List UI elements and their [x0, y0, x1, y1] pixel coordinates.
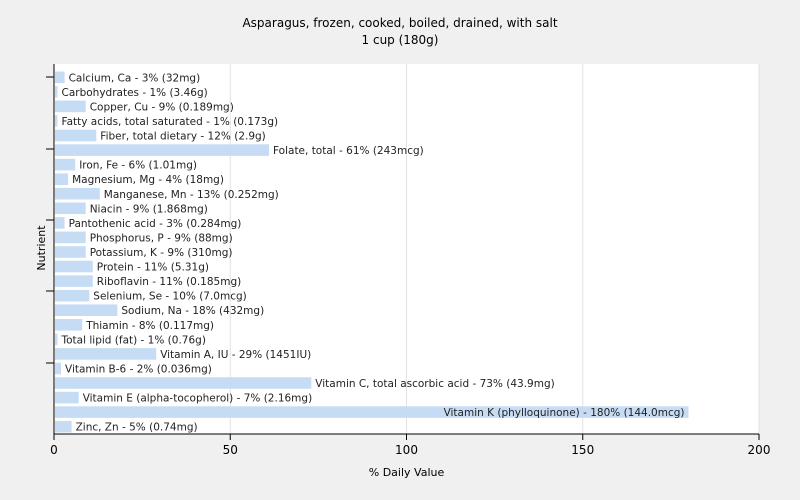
bar-label: Iron, Fe - 6% (1.01mg) — [79, 160, 197, 172]
bar — [55, 377, 312, 389]
bar — [55, 348, 157, 360]
bar-label: Carbohydrates - 1% (3.46g) — [62, 87, 208, 99]
bar-label: Pantothenic acid - 3% (0.284mg) — [69, 218, 242, 230]
bar-label: Fatty acids, total saturated - 1% (0.173… — [62, 116, 279, 128]
bar — [55, 289, 90, 302]
bar — [55, 304, 118, 316]
bar-label: Selenium, Se - 10% (7.0mcg) — [93, 291, 246, 303]
bar-label: Vitamin C, total ascorbic acid - 73% (43… — [315, 378, 554, 390]
x-tick-label: 200 — [748, 443, 771, 457]
bar — [55, 187, 100, 200]
bar — [55, 362, 61, 375]
bar-label: Copper, Cu - 9% (0.189mg) — [90, 101, 234, 113]
bar-label: Vitamin E (alpha-tocopherol) - 7% (2.16m… — [83, 393, 313, 405]
bar-label: Thiamin - 8% (0.117mg) — [85, 320, 214, 332]
x-tick-label: 150 — [571, 443, 594, 457]
bar — [55, 275, 93, 287]
bar-label: Sodium, Na - 18% (432mg) — [121, 305, 264, 317]
bar — [55, 217, 65, 229]
bar — [55, 115, 58, 127]
bar-label: Potassium, K - 9% (310mg) — [90, 247, 233, 259]
bar — [55, 100, 86, 113]
bar — [55, 319, 83, 331]
bar — [55, 144, 269, 156]
bar-label: Fiber, total dietary - 12% (2.9g) — [100, 131, 265, 143]
bar — [55, 333, 58, 346]
bar — [55, 246, 86, 258]
bar-label: Magnesium, Mg - 4% (18mg) — [72, 174, 224, 186]
bar-label: Manganese, Mn - 13% (0.252mg) — [104, 189, 279, 201]
bar-label: Folate, total - 61% (243mcg) — [273, 145, 424, 157]
bar — [55, 420, 72, 433]
chart: Asparagus, frozen, cooked, boiled, drain… — [0, 0, 800, 500]
bar — [55, 158, 76, 171]
bar — [55, 260, 93, 273]
bar — [55, 391, 79, 404]
bar-label: Zinc, Zn - 5% (0.74mg) — [76, 422, 198, 434]
bar — [55, 231, 86, 244]
bar-label: Niacin - 9% (1.868mg) — [90, 203, 208, 215]
bar — [55, 202, 86, 215]
bar-label: Riboflavin - 11% (0.185mg) — [97, 276, 241, 288]
bar — [55, 129, 97, 142]
plot-area: Calcium, Ca - 3% (32mg) Carbohydrates - 1… — [35, 64, 771, 479]
bar — [55, 86, 58, 98]
bar — [55, 71, 65, 84]
x-axis-label: % Daily Value — [369, 466, 445, 479]
x-tick-label: 0 — [50, 443, 58, 457]
bar-label: Protein - 11% (5.31g) — [97, 262, 209, 274]
bar-label: Vitamin K (phylloquinone) - 180% (144.0m… — [444, 407, 685, 419]
bar-label: Vitamin B-6 - 2% (0.036mg) — [65, 364, 212, 376]
x-tick-label: 50 — [223, 443, 238, 457]
bar-label: Phosphorus, P - 9% (88mg) — [90, 232, 233, 244]
bar-label: Total lipid (fat) - 1% (0.76g) — [61, 334, 206, 346]
y-axis-label: Nutrient — [35, 225, 48, 271]
bar-label: Vitamin A, IU - 29% (1451IU) — [160, 349, 311, 361]
bar-label: Calcium, Ca - 3% (32mg) — [69, 72, 201, 84]
x-tick-label: 100 — [395, 443, 418, 457]
bar — [55, 173, 69, 185]
